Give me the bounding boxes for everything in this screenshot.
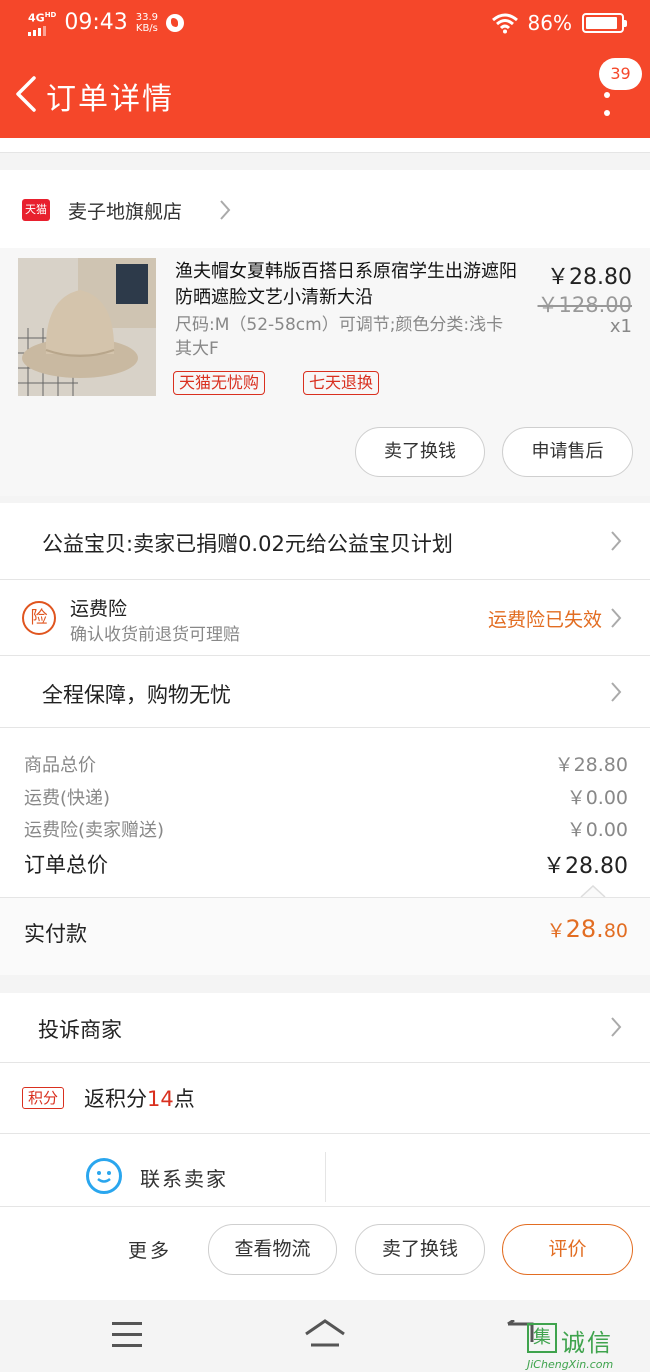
watermark-logo: 集: [527, 1323, 557, 1353]
chevron-right-icon: [611, 608, 622, 628]
chevron-right-icon: [611, 682, 622, 702]
product-image[interactable]: [18, 258, 156, 396]
paid-value: ￥28.80: [546, 915, 628, 943]
top-strip: [0, 138, 650, 152]
product-price: ￥28.80: [547, 265, 632, 290]
chevron-right-icon: [611, 531, 622, 551]
points-icon: 积分: [22, 1087, 64, 1109]
evaluate-button[interactable]: 评价: [502, 1224, 633, 1275]
network-speed: 33.9 KB/s: [135, 11, 159, 34]
signal-icon: [28, 25, 56, 36]
network-indicator: 4GHD: [28, 10, 56, 36]
resell-button[interactable]: 卖了换钱: [355, 427, 485, 477]
caret-up-icon: [580, 884, 606, 898]
clock: 09:43: [64, 10, 128, 36]
insurance-title: 运费险: [70, 598, 128, 620]
more-menu-icon[interactable]: [598, 90, 616, 120]
insurance-icon: 险: [22, 601, 56, 635]
shop-name[interactable]: 麦子地旗舰店: [68, 197, 182, 224]
home-icon[interactable]: [303, 1318, 347, 1348]
status-bar: 4GHD 09:43 33.9 KB/s 86%: [0, 0, 650, 50]
tag-tmall-worry-free: 天猫无忧购: [173, 371, 266, 395]
back-arrow-icon[interactable]: [12, 72, 42, 116]
product-sku: 尺码:M（52-58cm）可调节;颜色分类:浅卡其大F: [175, 315, 504, 359]
more-button[interactable]: 更多: [128, 1236, 172, 1263]
chat-bubble-icon[interactable]: [86, 1158, 122, 1194]
divider: [325, 1152, 326, 1202]
charity-text: 公益宝贝:卖家已捐赠0.02元给公益宝贝计划: [42, 532, 453, 556]
summary-label: 商品总价: [24, 755, 96, 776]
order-total-label: 订单总价: [24, 853, 108, 877]
tmall-logo: 天猫: [22, 199, 50, 221]
battery-percent: 86%: [527, 11, 572, 35]
complaint-text: 投诉商家: [38, 1018, 122, 1042]
wifi-icon: [491, 13, 518, 34]
paid-label: 实付款: [24, 922, 87, 946]
order-total-value: ￥28.80: [543, 854, 628, 879]
menu-icon[interactable]: [112, 1322, 142, 1348]
chevron-right-icon: [611, 1017, 622, 1037]
tag-seven-day-return: 七天退换: [303, 371, 380, 395]
summary-value: ￥0.00: [566, 787, 628, 809]
points-text: 返积分14点: [84, 1087, 195, 1111]
nav-bar: 订单详情 39: [0, 50, 650, 138]
summary-label: 运费(快递): [24, 788, 111, 809]
product-title[interactable]: 渔夫帽女夏韩版百搭日系原宿学生出游遮阳防晒遮脸文艺小清新大沿: [175, 259, 525, 311]
guarantee-text: 全程保障，购物无忧: [42, 683, 231, 707]
insurance-status: 运费险已失效: [487, 609, 602, 631]
battery-icon: [582, 13, 627, 33]
after-sale-button[interactable]: 申请售后: [502, 427, 633, 477]
product-original-price: ￥128.00: [537, 293, 632, 317]
view-logistics-button[interactable]: 查看物流: [208, 1224, 337, 1275]
page-title: 订单详情: [46, 82, 174, 117]
summary-label: 运费险(卖家赠送): [24, 820, 165, 841]
summary-value: ￥28.80: [554, 754, 628, 776]
resell-button-bottom[interactable]: 卖了换钱: [355, 1224, 485, 1275]
insurance-subtitle: 确认收货前退货可理赔: [70, 625, 240, 645]
message-badge[interactable]: 39: [599, 58, 642, 90]
product-quantity: x1: [609, 316, 632, 337]
summary-value: ￥0.00: [566, 819, 628, 841]
contact-seller-button[interactable]: 联系卖家: [140, 1163, 228, 1192]
watermark: 集 诚信 JiChengXin.com: [527, 1323, 642, 1372]
globe-icon: [166, 13, 185, 32]
chevron-right-icon: [220, 200, 231, 220]
